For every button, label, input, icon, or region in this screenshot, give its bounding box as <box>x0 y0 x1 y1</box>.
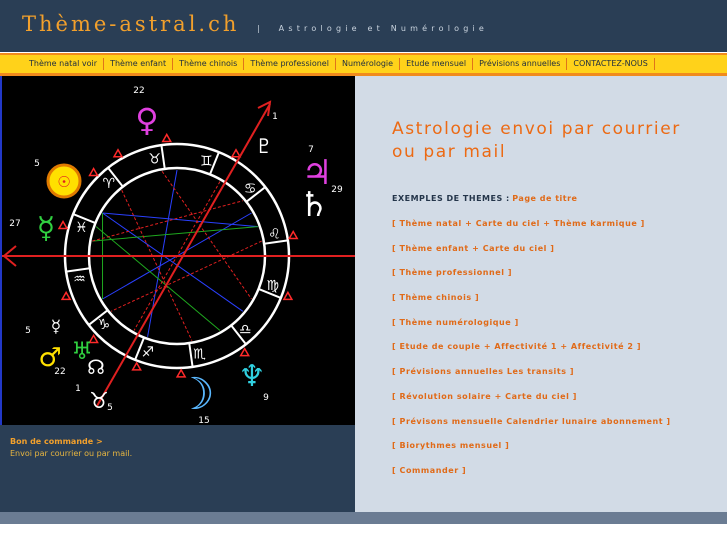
nav-item-theme-chinois[interactable]: Thème chinois <box>173 58 245 70</box>
theme-links-list: [ Thème natal + Carte du ciel + Thème ka… <box>392 219 671 491</box>
zodiac-wheel: ♈♉ ♊♋♌♍♎♏♐♑♒♓☉♀☿♃♄♇☿♂ ♅☊♉ ☽ ♆221729527522151… <box>2 86 355 425</box>
nav-item-theme-professionel[interactable]: Thème professionel <box>244 58 336 70</box>
house-cusp-marker <box>88 167 99 177</box>
zodiac-sign-glyph: ♓ <box>75 220 88 236</box>
zodiac-sign-glyph: ♍ <box>266 278 279 294</box>
site-title[interactable]: Thème-astral.ch <box>22 12 239 36</box>
zodiac-sign-glyph: ♑ <box>98 317 111 333</box>
planet-degree-label: 22 <box>133 86 144 96</box>
zodiac-sign-glyph: ♏ <box>193 346 206 362</box>
order-description: Envoi par courrier ou par mail. <box>10 449 133 458</box>
house-cusp-marker <box>282 290 294 301</box>
astro-wheel-svg: ♈♉ ♊♋♌♍♎♏♐♑♒♓☉♀☿♃♄♇☿♂ ♅☊♉ ☽ ♆221729527522151… <box>2 86 355 425</box>
link-theme-professionnel[interactable]: [ Thème professionnel ] <box>392 268 671 293</box>
nav-item-numerologie[interactable]: Numérologie <box>336 58 401 70</box>
aspect-line <box>102 212 244 312</box>
sun-glyph: ☉ <box>57 173 70 191</box>
planet-degree-label: 1 <box>75 384 81 394</box>
taurus-node-glyph: ♉ <box>89 389 109 414</box>
aspect-line <box>92 226 258 242</box>
house-cusp-marker <box>112 148 124 158</box>
astrological-chart: ♈ ♉ ♊ ♋ ♌ ♍ ♎ ♏ ♐ ♑ ♒ ♓ ☉ ♀ ☿ ♃ ♄ ♇ ☿ ♂ ♅ ☊ ♉ ☽ ♆ 22 1 7 29 5 27 5 22 1 5 1… <box>0 76 355 425</box>
neptune-glyph: ♆ <box>239 359 266 394</box>
planet-degree-label: 27 <box>9 219 20 229</box>
nav-item-contact[interactable]: CONTACTEZ-NOUS <box>567 58 655 70</box>
house-cusp-marker <box>230 148 242 158</box>
examples-line: EXEMPLES DE THEMES : Page de titre <box>392 194 577 203</box>
house-cusp-marker <box>131 361 142 371</box>
planet-degree-label: 5 <box>34 159 40 169</box>
nav-item-theme-natal[interactable]: Thème natal voir <box>23 58 105 70</box>
link-previsions-annuelles[interactable]: [ Prévisions annuelles Les transits ] <box>392 367 671 392</box>
order-block: Bon de commande > Envoi par courrier ou … <box>10 436 170 460</box>
link-revolution-solaire[interactable]: [ Révolution solaire + Carte du ciel ] <box>392 392 671 417</box>
venus-glyph: ♀ <box>135 101 158 139</box>
moon-glyph: ☽ <box>175 369 214 420</box>
nav-item-theme-enfant[interactable]: Thème enfant <box>104 58 174 70</box>
planet-degree-label: 5 <box>25 326 31 336</box>
planet-degree-label: 5 <box>107 403 113 413</box>
tagline-separator: | <box>257 24 264 33</box>
mercury-glyph: ☿ <box>37 211 55 246</box>
zodiac-sign-glyph: ♈ <box>103 176 116 192</box>
link-theme-natal[interactable]: [ Thème natal + Carte du ciel + Thème ka… <box>392 219 671 244</box>
aspect-line <box>161 171 252 300</box>
examples-label: EXEMPLES DE THEMES : <box>392 194 510 203</box>
zodiac-sign-glyph: ♉ <box>148 152 161 168</box>
planet-degree-label: 15 <box>198 416 209 425</box>
link-etude-couple[interactable]: [ Etude de couple + Affectivité 1 + Affe… <box>392 342 671 367</box>
planet-degree-label: 29 <box>331 185 343 195</box>
zodiac-divider <box>160 144 166 169</box>
tagline-text: Astrologie et Numérologie <box>278 24 489 33</box>
aspect-line <box>92 200 244 242</box>
planet-degree-label: 7 <box>308 145 314 155</box>
nav-item-etude-mensuel[interactable]: Etude mensuel <box>400 58 474 70</box>
aspect-line <box>102 212 258 228</box>
zodiac-sign-glyph: ♎ <box>239 322 252 338</box>
main-content: Astrologie envoi par courrier ou par mai… <box>355 76 727 512</box>
zodiac-sign-glyph: ♌ <box>268 227 281 243</box>
link-previsions-mensuelle[interactable]: [ Prévisons mensuelle Calendrier lunaire… <box>392 417 671 442</box>
site-tagline: | Astrologie et Numérologie <box>257 24 488 33</box>
zodiac-divider <box>188 343 194 368</box>
link-theme-enfant[interactable]: [ Thème enfant + Carte du ciel ] <box>392 244 671 269</box>
planet-degree-label: 1 <box>272 112 278 122</box>
examples-title-page-link[interactable]: Page de titre <box>512 194 577 203</box>
link-theme-chinois[interactable]: [ Thème chinois ] <box>392 293 671 318</box>
node-glyph: ☊ <box>87 355 105 379</box>
link-biorythmes[interactable]: [ Biorythmes mensuel ] <box>392 441 671 466</box>
main-navigation: Thème natal voir Thème enfant Thème chin… <box>0 53 727 76</box>
saturn-glyph: ♄ <box>299 185 329 225</box>
planet-degree-label: 9 <box>263 393 269 403</box>
zodiac-sign-glyph: ♋ <box>244 181 257 197</box>
left-sidebar: ♈ ♉ ♊ ♋ ♌ ♍ ♎ ♏ ♐ ♑ ♒ ♓ ☉ ♀ ☿ ♃ ♄ ♇ ☿ ♂ ♅ ☊ ♉ ☽ ♆ 22 1 7 29 5 27 5 22 1 5 1… <box>0 76 355 512</box>
zodiac-sign-glyph: ♒ <box>73 271 86 287</box>
site-header: Thème-astral.ch | Astrologie et Numérolo… <box>0 0 727 52</box>
mercury-small-glyph: ☿ <box>51 317 61 337</box>
house-cusp-marker <box>161 132 173 143</box>
house-cusp-marker <box>287 229 299 240</box>
link-commander[interactable]: [ Commander ] <box>392 466 671 491</box>
footer-bar <box>0 512 727 524</box>
house-cusp-marker <box>239 347 250 357</box>
page-heading: Astrologie envoi par courrier ou par mai… <box>392 119 681 162</box>
nav-item-previsions-annuelles[interactable]: Prévisions annuelles <box>473 58 568 70</box>
planet-degree-label: 22 <box>54 367 65 377</box>
house-cusp-marker <box>57 219 69 230</box>
link-theme-numerologique[interactable]: [ Thème numérologique ] <box>392 318 671 343</box>
order-link[interactable]: Bon de commande > <box>10 436 170 448</box>
house-cusp-marker <box>60 290 72 301</box>
zodiac-sign-glyph: ♐ <box>141 345 154 361</box>
aspect-line <box>121 189 193 341</box>
zodiac-sign-glyph: ♊ <box>200 153 213 169</box>
pluto-glyph: ♇ <box>255 134 273 158</box>
